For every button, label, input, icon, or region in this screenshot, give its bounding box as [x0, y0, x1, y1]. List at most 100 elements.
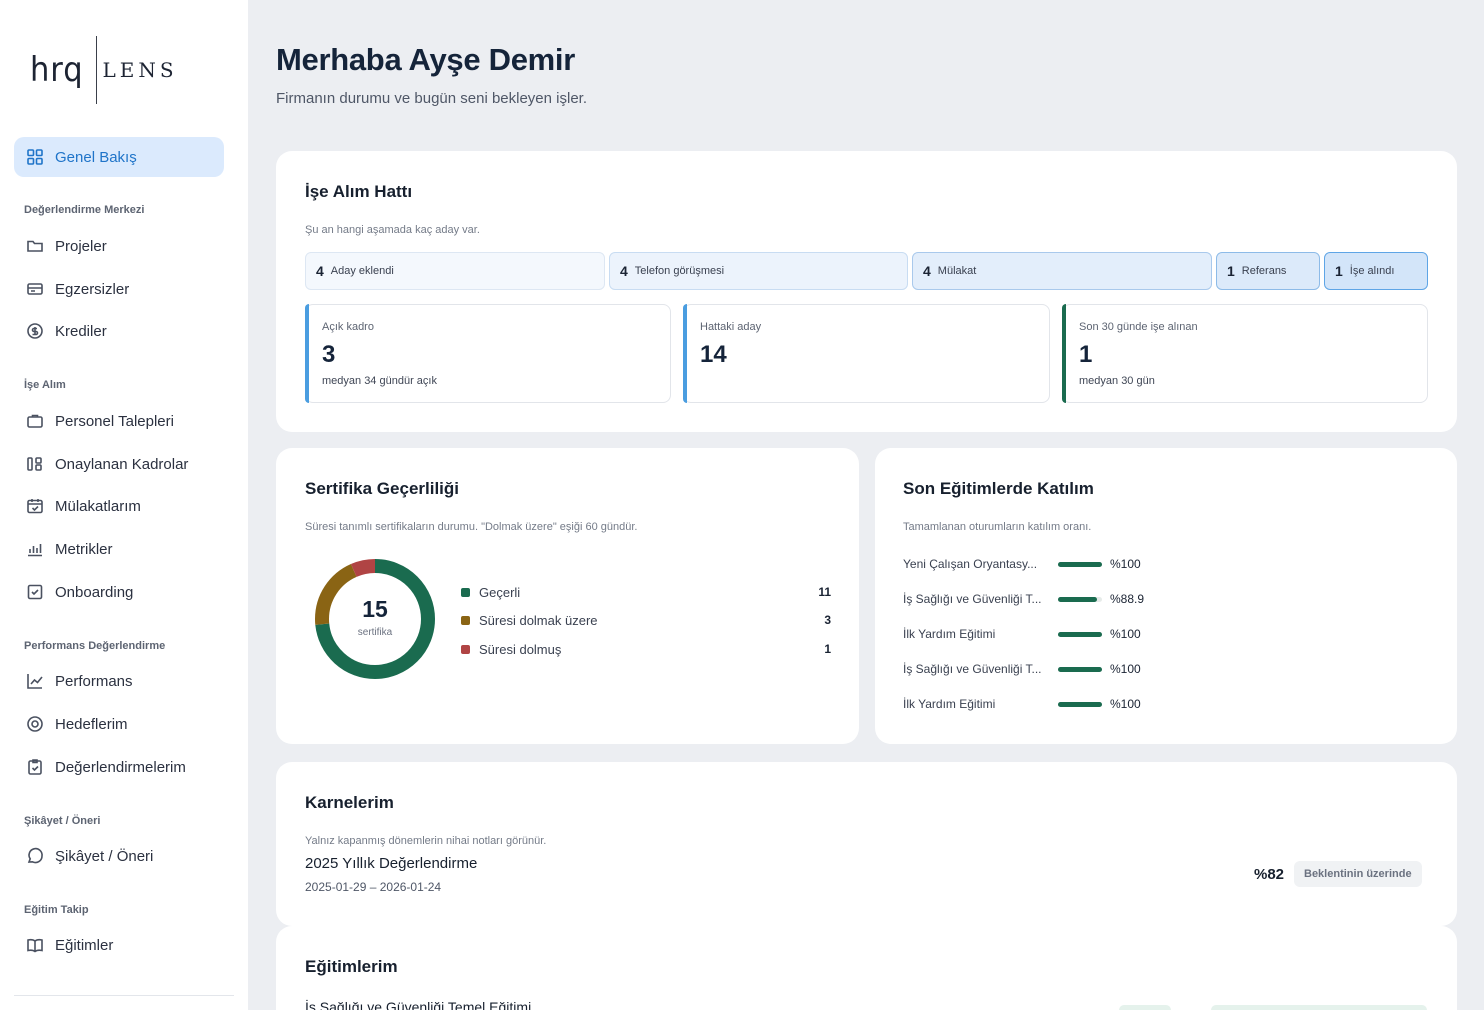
- participation-bar: [1058, 701, 1102, 707]
- stat-accent-bar: [1062, 304, 1066, 403]
- participation-bar-fill: [1058, 666, 1102, 672]
- nav-item-hedeflerim[interactable]: Hedeflerim: [14, 704, 224, 744]
- nav-item-egzersizler[interactable]: Egzersizler: [14, 269, 224, 309]
- line-chart-icon: [26, 672, 44, 690]
- stat-value: 1: [1079, 341, 1093, 368]
- logo-divider: [95, 36, 97, 104]
- training-item-name[interactable]: İş Sağlığı ve Güvenliği Temel Eğitimi: [305, 999, 531, 1010]
- stage-aday-eklendi[interactable]: 4 Aday eklendi: [305, 252, 605, 290]
- training-participation-row[interactable]: İlk Yardım Eğitimi %100: [903, 694, 1203, 714]
- report-cards-title: Karnelerim: [305, 793, 394, 812]
- certificate-subtitle: Süresi tanımlı sertifikaların durumu. "D…: [305, 521, 638, 533]
- grid-icon: [26, 148, 44, 166]
- folder-icon: [26, 237, 44, 255]
- nav-item-onboarding[interactable]: Onboarding: [14, 572, 224, 612]
- stage-count: 4: [620, 263, 628, 279]
- legend-item-gecerli: Geçerli 11: [461, 582, 831, 602]
- nav-item-egitimler[interactable]: Eğitimler: [14, 925, 224, 965]
- report-card-name[interactable]: 2025 Yıllık Değerlendirme: [305, 855, 477, 872]
- nav-item-degerlendirmelerim[interactable]: Değerlendirmelerim: [14, 747, 224, 787]
- stat-label: Açık kadro: [322, 321, 374, 333]
- participation-value: %88.9: [1110, 592, 1145, 606]
- nav-label: Projeler: [55, 237, 107, 255]
- app-logo[interactable]: hrq LENS: [30, 36, 178, 104]
- stat-accent-bar: [305, 304, 309, 403]
- nav-item-projeler[interactable]: Projeler: [14, 226, 224, 266]
- report-cards-card: Karnelerim Yalnız kapanmış dönemlerin ni…: [276, 762, 1457, 926]
- stage-label: Aday eklendi: [330, 265, 394, 277]
- nav-label: Değerlendirmelerim: [55, 758, 186, 776]
- training-participation-row[interactable]: İş Sağlığı ve Güvenliği T... %100: [903, 659, 1203, 679]
- stage-label: İşe alındı: [1349, 265, 1395, 277]
- chat-icon: [26, 847, 44, 865]
- stage-telefon-gorusmesi[interactable]: 4 Telefon görüşmesi: [609, 252, 908, 290]
- participation-bar: [1058, 666, 1102, 672]
- participation-bar-fill: [1058, 561, 1102, 567]
- stage-ise-alindi[interactable]: 1 İşe alındı: [1324, 252, 1428, 290]
- training-participation-row[interactable]: İlk Yardım Eğitimi %100: [903, 624, 1203, 644]
- training-participation-row[interactable]: İş Sağlığı ve Güvenliği T... %88.9: [903, 589, 1203, 609]
- stage-count: 4: [316, 263, 324, 279]
- nav-label: Şikâyet / Öneri: [55, 847, 154, 865]
- check-square-icon: [26, 583, 44, 601]
- my-trainings-card: Eğitimlerim İş Sağlığı ve Güvenliği Teme…: [276, 926, 1457, 1010]
- nav-label: Personel Talepleri: [55, 412, 174, 430]
- section-title-degerlendirme: Değerlendirme Merkezi: [24, 204, 145, 216]
- training-status-badge: [1119, 1005, 1171, 1010]
- training-participation-title: Son Eğitimlerde Katılım: [903, 479, 1094, 498]
- stage-label: Referans: [1241, 265, 1287, 277]
- participation-value: %100: [1110, 697, 1141, 711]
- book-icon: [26, 936, 44, 954]
- nav-label: Egzersizler: [55, 280, 130, 298]
- training-name: İş Sağlığı ve Güvenliği T...: [903, 592, 1042, 606]
- nav-item-onaylanan-kadrolar[interactable]: Onaylanan Kadrolar: [14, 444, 224, 484]
- stage-count: 4: [923, 263, 931, 279]
- stat-value: 3: [322, 341, 336, 368]
- legend-item-dolmak-uzere: Süresi dolmak üzere 3: [461, 610, 831, 630]
- nav-item-genel-bakis[interactable]: Genel Bakış: [14, 137, 224, 177]
- legend-value: 1: [824, 642, 831, 656]
- nav-item-mulakatlarim[interactable]: Mülakatlarım: [14, 486, 224, 526]
- stat-hattaki-aday[interactable]: Hattaki aday 14: [683, 304, 1050, 403]
- nav-label: Genel Bakış: [55, 148, 137, 166]
- nav-label: Mülakatlarım: [55, 497, 141, 515]
- nav-item-performans[interactable]: Performans: [14, 661, 224, 701]
- stat-label: Son 30 günde işe alınan: [1079, 321, 1198, 333]
- report-cards-subtitle: Yalnız kapanmış dönemlerin nihai notları…: [305, 835, 547, 847]
- legend-item-dolmus: Süresi dolmuş 1: [461, 639, 831, 659]
- stage-mulakat[interactable]: 4 Mülakat: [912, 252, 1212, 290]
- section-title-performans: Performans Değerlendirme: [24, 640, 166, 652]
- training-participation-subtitle: Tamamlanan oturumların katılım oranı.: [903, 521, 1092, 533]
- legend-swatch: [461, 587, 470, 597]
- report-card-dates: 2025-01-29 – 2026-01-24: [305, 880, 442, 894]
- stat-value: 14: [700, 341, 727, 368]
- sidebar-divider: [14, 995, 234, 996]
- my-trainings-title: Eğitimlerim: [305, 957, 398, 976]
- participation-bar: [1058, 561, 1102, 567]
- bar-chart-icon: [26, 540, 44, 558]
- certificate-title: Sertifika Geçerliliği: [305, 479, 460, 498]
- training-participation-row[interactable]: Yeni Çalışan Oryantasy... %100: [903, 554, 1203, 574]
- participation-bar-fill: [1058, 631, 1102, 637]
- participation-bar: [1058, 631, 1102, 637]
- stat-footnote: medyan 34 gündür açık: [322, 375, 437, 387]
- stat-acik-kadro[interactable]: Açık kadro 3 medyan 34 gündür açık: [305, 304, 671, 403]
- stat-son-30-gun[interactable]: Son 30 günde işe alınan 1 medyan 30 gün: [1062, 304, 1428, 403]
- logo-text: LENS: [102, 58, 178, 82]
- stat-accent-bar: [683, 304, 687, 403]
- stage-referans[interactable]: 1 Referans: [1216, 252, 1320, 290]
- nav-item-sikayet-oneri[interactable]: Şikâyet / Öneri: [14, 836, 224, 876]
- participation-value: %100: [1110, 662, 1141, 676]
- coin-icon: [26, 322, 44, 340]
- nav-item-personel-talepleri[interactable]: Personel Talepleri: [14, 401, 224, 441]
- status-badge: Beklentinin üzerinde: [1294, 861, 1422, 887]
- section-title-sikayet: Şikâyet / Öneri: [24, 815, 101, 827]
- page-subtitle: Firmanın durumu ve bugün seni bekleyen i…: [276, 90, 588, 107]
- nav-label: Performans: [55, 672, 133, 690]
- training-name: İlk Yardım Eğitimi: [903, 697, 996, 711]
- stage-label: Mülakat: [937, 265, 977, 277]
- participation-value: %100: [1110, 627, 1141, 641]
- sidebar: hrq LENS Genel Bakış Değerlendirme Merke…: [0, 0, 248, 1010]
- nav-item-metrikler[interactable]: Metrikler: [14, 529, 224, 569]
- nav-item-krediler[interactable]: Krediler: [14, 311, 224, 351]
